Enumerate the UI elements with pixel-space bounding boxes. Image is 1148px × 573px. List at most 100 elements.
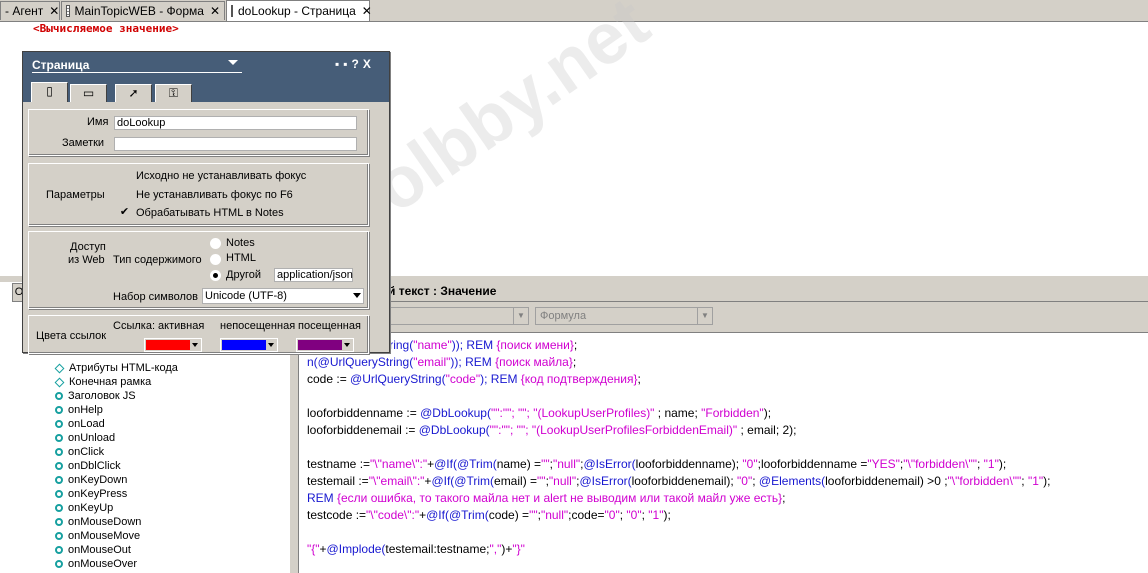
code-token: "":""; ""; "(LookupUserProfiles)"	[490, 406, 655, 420]
tree-item[interactable]: onKeyUp	[55, 502, 113, 514]
code-token: "":""; ""; "(LookupUserProfilesForbidden…	[489, 423, 738, 437]
code-token: {если ошибка, то такого майла нет и aler…	[337, 491, 783, 505]
checkbox-label: Обрабатывать HTML в Notes	[136, 207, 284, 219]
code-line: REM {если ошибка, то такого майла нет и …	[307, 490, 1051, 507]
code-line: testemail :="\"email\":"+@If(@Trim(email…	[307, 473, 1051, 490]
code-token: ; email; 2);	[737, 423, 797, 437]
code-token: ","	[489, 542, 502, 556]
code-token: ; name;	[654, 406, 702, 420]
tab-form[interactable]: MainTopicWEB - Форма ✕	[61, 1, 225, 20]
code-token: looforbiddenemail :=	[307, 423, 419, 437]
code-token: "\"name\":"	[370, 457, 428, 471]
tree-item[interactable]: onClick	[55, 446, 104, 458]
chevron-down-icon	[268, 343, 274, 347]
checkbox-render-html[interactable]: ✔	[119, 207, 130, 218]
code-token: ;	[976, 457, 984, 471]
charset-select[interactable]: Unicode (UTF-8)	[202, 288, 364, 304]
language-dropdown[interactable]: Формула ▼	[535, 307, 713, 325]
tree-item-label: onKeyPress	[68, 488, 128, 500]
web-label-1: Доступ	[70, 241, 106, 253]
chevron-down-icon	[192, 343, 198, 347]
comment-input[interactable]	[114, 137, 357, 151]
tree-item[interactable]: onMouseOver	[55, 558, 137, 570]
tree-item[interactable]: Конечная рамка	[54, 376, 151, 388]
computed-value-field[interactable]: <Вычисляемое значение>	[33, 22, 179, 35]
code-token: );	[663, 508, 671, 522]
tab-security[interactable]: ⚿	[155, 84, 192, 102]
close-icon[interactable]: X	[363, 57, 375, 71]
code-token: ); REM	[480, 372, 521, 386]
close-icon[interactable]: ✕	[49, 4, 59, 18]
code-line: n(@UrlQueryString("email")); REM {поиск …	[307, 354, 1051, 371]
code-token: ;	[1021, 474, 1028, 488]
code-token: "email"	[413, 355, 451, 369]
code-token: looforbiddenname :=	[307, 406, 421, 420]
tree-item-label: onLoad	[68, 418, 105, 430]
tree-item[interactable]: onKeyPress	[55, 488, 127, 500]
code-token: @IsError(	[583, 457, 636, 471]
chevron-down-icon: ▼	[697, 308, 712, 324]
event-icon	[55, 504, 63, 512]
code-token: name) =	[496, 457, 542, 471]
code-token: ;	[782, 491, 786, 505]
event-icon	[55, 546, 63, 554]
code-token: );	[763, 406, 772, 420]
page-properties-dialog: Страница ▪▪?X ▯ ▭ ➚ ⚿ Имя doLookup Замет…	[22, 51, 390, 354]
help-icon[interactable]: ?	[352, 57, 363, 71]
chevron-down-icon	[344, 343, 350, 347]
tree-item-label: onDblClick	[68, 460, 121, 472]
tree-item[interactable]: onMouseMove	[55, 530, 140, 542]
launch-icon: ➚	[128, 86, 139, 100]
tree-item[interactable]: onKeyDown	[55, 474, 127, 486]
other-mime-input[interactable]: application/json	[274, 268, 353, 282]
tree-item[interactable]: onDblClick	[55, 460, 121, 472]
checkbox-label: Не устанавливать фокус по F6	[136, 189, 293, 201]
checkbox-no-f6-focus[interactable]	[119, 189, 130, 200]
tab-label: doLookup - Страница	[238, 4, 356, 18]
tree-item[interactable]: onHelp	[55, 404, 103, 416]
tab-page-info[interactable]: ▯	[31, 82, 68, 102]
menu-icon[interactable]: ▪▪	[335, 57, 352, 71]
code-token: @Implode(	[326, 542, 386, 556]
code-token: "1"	[983, 457, 999, 471]
tree-item-label: onMouseOut	[68, 544, 131, 556]
checkbox-no-initial-focus[interactable]	[119, 171, 130, 182]
tab-page[interactable]: doLookup - Страница ✕	[226, 0, 372, 21]
visited-link-label: посещенная	[298, 320, 361, 332]
close-icon[interactable]: ✕	[362, 4, 372, 18]
code-token: "0"	[604, 508, 620, 522]
visited-link-color-picker[interactable]	[296, 338, 354, 352]
event-icon	[55, 406, 63, 414]
tree-item[interactable]: Заголовок JS	[55, 390, 136, 402]
radio-html[interactable]	[210, 254, 221, 265]
tree-item-label: onMouseMove	[68, 530, 141, 542]
radio-other[interactable]	[210, 270, 221, 281]
chevron-down-icon[interactable]	[228, 60, 238, 65]
tab-agent[interactable]: - Агент ✕	[0, 1, 60, 20]
radio-notes[interactable]	[210, 238, 221, 249]
tab-launch[interactable]: ➚	[115, 84, 152, 102]
unvisited-link-color-picker[interactable]	[220, 338, 278, 352]
code-token: REM	[307, 491, 337, 505]
charset-label: Набор символов	[113, 291, 198, 303]
tree-item[interactable]: onMouseDown	[55, 516, 141, 528]
name-label: Имя	[87, 116, 109, 128]
tree-item[interactable]: onMouseOut	[55, 544, 131, 556]
code-pane-title: й текст : Значение	[388, 284, 497, 298]
radio-label: Другой	[226, 269, 261, 281]
tab-label: - Агент	[5, 4, 44, 18]
tree-item-label: onMouseDown	[68, 516, 142, 528]
name-input[interactable]: doLookup	[114, 116, 357, 130]
code-token: );	[1043, 474, 1051, 488]
event-icon	[55, 490, 63, 498]
basics-group: Имя doLookup Заметки	[28, 109, 369, 156]
tree-item[interactable]: onLoad	[55, 418, 105, 430]
tree-item[interactable]: onUnload	[55, 432, 115, 444]
tab-background[interactable]: ▭	[70, 84, 107, 102]
chevron-down-icon	[353, 293, 361, 298]
formula-editor[interactable]: n(@UrlQueryString("name")); REM {поиск и…	[307, 337, 1051, 558]
code-token: "\"email\":"	[368, 474, 425, 488]
tree-item[interactable]: Атрибуты HTML-кода	[54, 362, 178, 374]
close-icon[interactable]: ✕	[210, 4, 220, 18]
active-link-color-picker[interactable]	[144, 338, 202, 352]
